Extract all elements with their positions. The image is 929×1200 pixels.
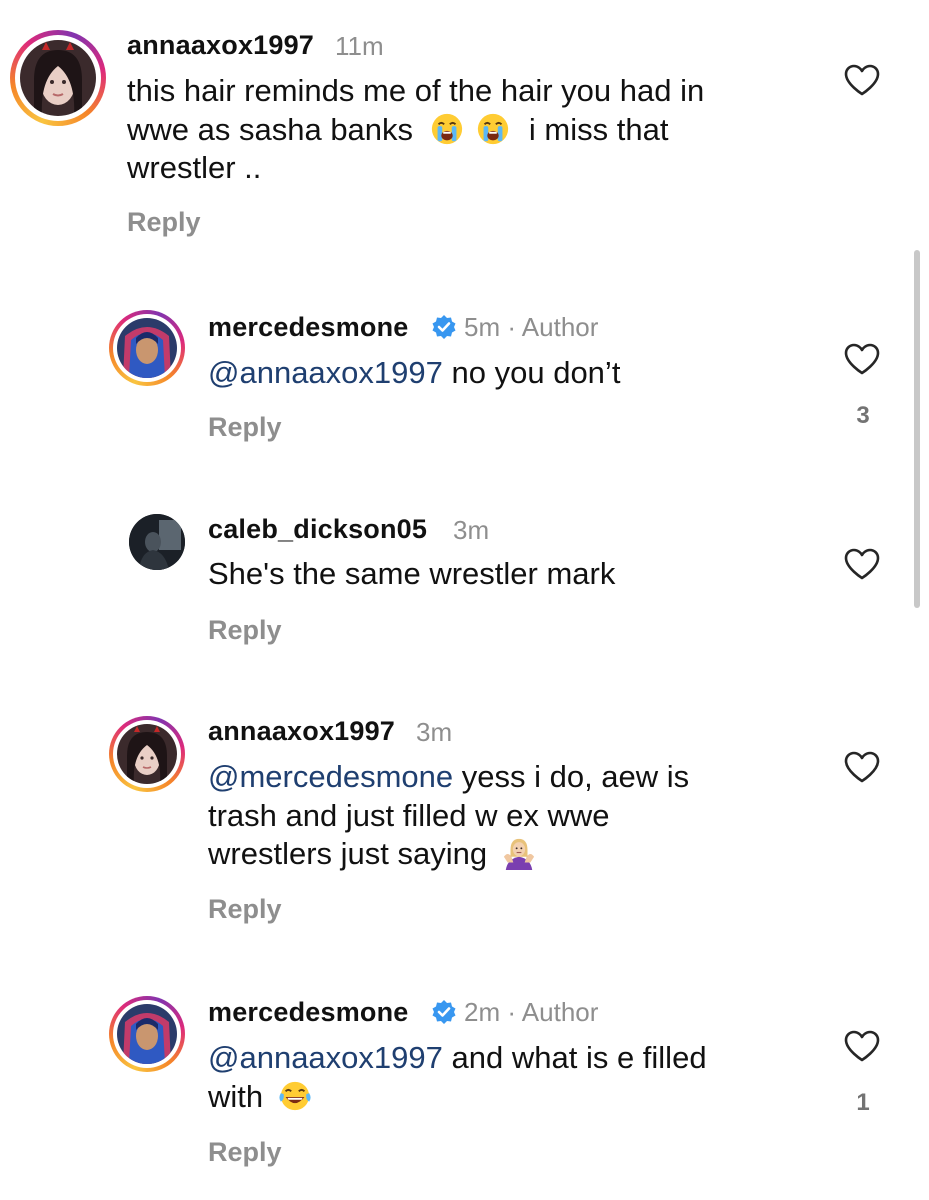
reply-button[interactable]: Reply xyxy=(208,1137,282,1168)
avatar[interactable] xyxy=(129,514,185,570)
like-heart-icon[interactable] xyxy=(843,63,881,97)
face-with-tears-of-joy-icon xyxy=(279,1081,311,1110)
comment-item: mercedesmone 5m · Author @annaaxox1997 n… xyxy=(0,290,929,450)
comment-text: @annaaxox1997 and what is e filled with xyxy=(208,1039,707,1116)
mention-link[interactable]: @annaaxox1997 xyxy=(208,1040,443,1075)
comment-line: @annaaxox1997 and what is e filled xyxy=(208,1039,707,1078)
mention-link[interactable]: @annaaxox1997 xyxy=(208,355,443,390)
comment-line-text: with xyxy=(208,1078,264,1114)
verified-badge-icon xyxy=(432,1000,456,1024)
comment-text: @annaaxox1997 no you don’t xyxy=(208,354,620,393)
like-count: 1 xyxy=(856,1089,870,1116)
reply-button[interactable]: Reply xyxy=(127,207,201,238)
avatar-story-ring[interactable] xyxy=(109,716,185,792)
avatar-story-ring[interactable] xyxy=(10,30,106,126)
comment-line-text: wrestlers just saying xyxy=(208,836,488,871)
loudly-crying-face-icon xyxy=(431,113,462,144)
avatar xyxy=(20,40,96,116)
mention-link[interactable]: @mercedesmone xyxy=(208,759,453,794)
avatar-story-ring[interactable] xyxy=(109,996,185,1072)
comment-line: trash and just filled w ex wwe xyxy=(208,797,610,833)
comment-time: 3m xyxy=(453,515,490,545)
like-count: 3 xyxy=(856,402,870,429)
like-heart-icon[interactable] xyxy=(843,547,881,581)
woman-shrugging-icon xyxy=(503,838,534,870)
reply-button[interactable]: Reply xyxy=(208,894,282,925)
avatar xyxy=(117,318,177,378)
loudly-crying-face-icon xyxy=(478,113,509,144)
comment-line: @mercedesmone yess i do, aew is xyxy=(208,758,689,797)
comment-time: 11m xyxy=(335,31,384,61)
comment-line: this hair reminds me of the hair you had… xyxy=(127,73,705,108)
comment-username[interactable]: mercedesmone xyxy=(208,997,409,1028)
comment-time-value: 2m xyxy=(464,997,501,1027)
avatar-story-ring[interactable] xyxy=(109,310,185,386)
comment-line-text: yess i do, aew is xyxy=(461,759,690,794)
comment-time-value: 5m xyxy=(464,312,501,342)
comment-time: 5m · Author xyxy=(464,312,598,343)
comment-item: annaaxox1997 11m this hair reminds me of… xyxy=(0,0,929,260)
comment-username[interactable]: annaaxox1997 xyxy=(208,716,395,747)
comment-text: She's the same wrestler mark xyxy=(208,556,616,591)
comment-line-text: and what is e filled xyxy=(451,1040,707,1075)
like-heart-icon[interactable] xyxy=(843,342,881,376)
avatar xyxy=(117,724,177,784)
comment-item: caleb_dickson05 3m She's the same wrestl… xyxy=(0,500,929,660)
comment-username[interactable]: mercedesmone xyxy=(208,312,409,343)
reply-button[interactable]: Reply xyxy=(208,412,282,443)
comment-line-text: no you don’t xyxy=(451,355,621,390)
comment-text: @mercedesmone yess i do, aew is trash an… xyxy=(208,758,689,874)
comment-line-text: i miss that xyxy=(528,111,669,147)
reply-button[interactable]: Reply xyxy=(208,615,282,646)
comment-line: wrestler .. xyxy=(127,150,262,185)
comment-line: wwe as sasha banks i miss that xyxy=(127,111,704,150)
comment-time: 3m xyxy=(416,717,453,747)
comment-item: mercedesmone 2m · Author @annaaxox1997 a… xyxy=(0,980,929,1200)
author-tag: · Author xyxy=(507,312,599,342)
comment-time: 2m · Author xyxy=(464,997,598,1028)
author-tag: · Author xyxy=(507,997,599,1027)
comment-username[interactable]: annaaxox1997 xyxy=(127,30,314,61)
comment-line-text: wwe as sasha banks xyxy=(127,111,414,147)
comment-text: this hair reminds me of the hair you had… xyxy=(127,72,704,188)
comment-line: with xyxy=(208,1078,707,1117)
comment-line: wrestlers just saying xyxy=(208,835,689,874)
avatar xyxy=(117,1004,177,1064)
like-heart-icon[interactable] xyxy=(843,750,881,784)
verified-badge-icon xyxy=(432,315,456,339)
comment-username[interactable]: caleb_dickson05 xyxy=(208,514,427,545)
comment-item: annaaxox1997 3m @mercedesmone yess i do,… xyxy=(0,700,929,940)
like-heart-icon[interactable] xyxy=(843,1029,881,1063)
